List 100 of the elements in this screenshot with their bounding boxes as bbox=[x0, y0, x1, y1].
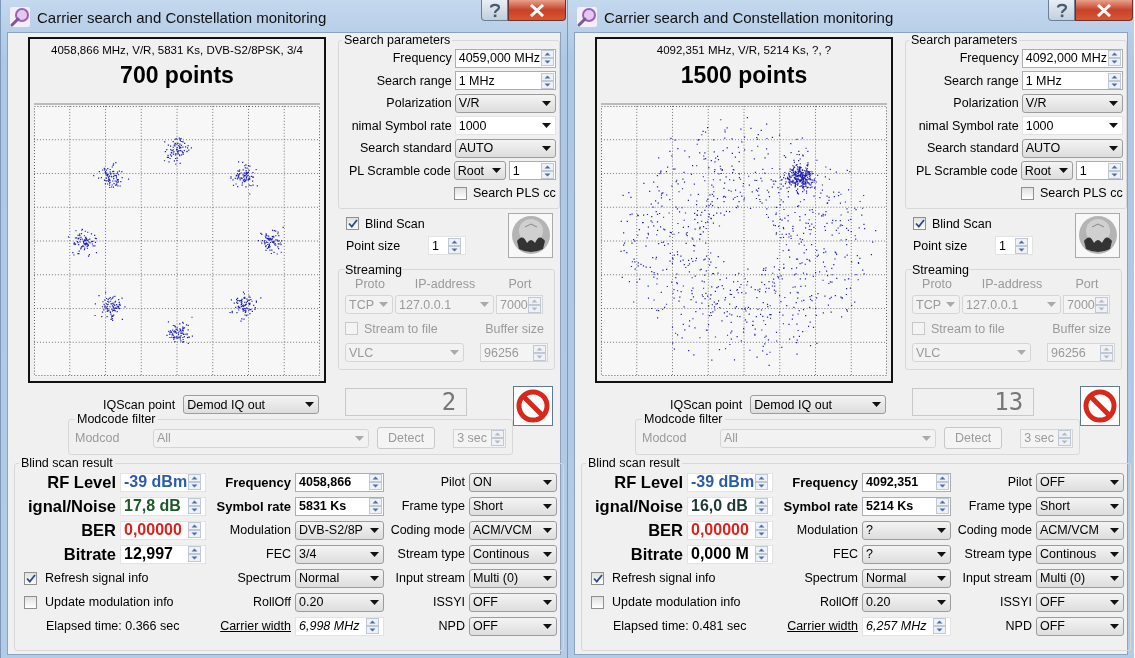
spin-field[interactable]: 5214 Ks bbox=[862, 496, 951, 516]
checkbox[interactable] bbox=[346, 217, 359, 230]
help-button[interactable] bbox=[1048, 0, 1075, 21]
spin-field[interactable]: 16,0 dB bbox=[687, 496, 773, 516]
spinner-icon[interactable] bbox=[540, 50, 554, 67]
dropdown[interactable]: Continous bbox=[469, 544, 557, 564]
spinner-icon[interactable] bbox=[1015, 237, 1028, 254]
dropdown[interactable]: AUTO bbox=[1021, 138, 1123, 158]
spinner-icon[interactable] bbox=[540, 162, 554, 179]
checkbox[interactable] bbox=[591, 571, 604, 585]
spin-field[interactable]: 0,000 M bbox=[687, 544, 773, 564]
spinner-icon[interactable] bbox=[755, 546, 768, 562]
group-title: Blind scan result bbox=[20, 456, 114, 470]
spin-field[interactable]: 6,998 MHz bbox=[295, 616, 384, 636]
checkbox[interactable] bbox=[24, 595, 37, 609]
caret-icon bbox=[1047, 302, 1056, 307]
dropdown[interactable]: Root bbox=[453, 161, 506, 181]
dropdown[interactable]: OFF bbox=[1036, 592, 1124, 612]
spinner-icon[interactable] bbox=[366, 618, 379, 634]
dropdown[interactable]: Normal bbox=[295, 568, 384, 588]
spinner-icon[interactable] bbox=[188, 522, 201, 538]
spin-field[interactable]: 1 MHz bbox=[1021, 71, 1123, 91]
spin-field[interactable]: 4092,351 bbox=[862, 472, 951, 492]
close-button[interactable] bbox=[508, 0, 566, 21]
spin-field[interactable]: 0,00000 bbox=[120, 520, 206, 540]
stop-button[interactable] bbox=[1080, 386, 1121, 426]
caret-icon bbox=[541, 145, 551, 151]
spinner-icon[interactable] bbox=[369, 474, 382, 490]
spinner-icon[interactable] bbox=[933, 618, 946, 634]
spinner-icon[interactable] bbox=[188, 498, 201, 514]
dropdown[interactable]: Root bbox=[1020, 161, 1073, 181]
dropdown[interactable]: OFF bbox=[1036, 472, 1124, 492]
dropdown[interactable]: ACM/VCM bbox=[1036, 520, 1124, 540]
spin-field[interactable]: 0,00000 bbox=[687, 520, 773, 540]
help-button[interactable] bbox=[481, 0, 508, 21]
dropdown[interactable]: ON bbox=[469, 472, 557, 492]
dropdown[interactable]: 3/4 bbox=[295, 544, 384, 564]
dropdown[interactable]: ACM/VCM bbox=[469, 520, 557, 540]
spin-field[interactable]: 4058,866 bbox=[295, 472, 384, 492]
checkbox[interactable] bbox=[913, 217, 926, 230]
spinner-icon[interactable] bbox=[448, 237, 461, 254]
spin-field[interactable]: 5831 Ks bbox=[295, 496, 384, 516]
spinner-icon[interactable] bbox=[369, 498, 382, 514]
spinner-icon[interactable] bbox=[188, 474, 201, 490]
spinner-icon[interactable] bbox=[1107, 162, 1121, 179]
dropdown[interactable]: ? bbox=[862, 520, 951, 540]
emblem-button[interactable] bbox=[508, 212, 553, 258]
spin-field[interactable]: 12,997 bbox=[120, 544, 206, 564]
spinner-icon[interactable] bbox=[755, 474, 768, 490]
caret-icon bbox=[937, 575, 946, 581]
spinner-icon[interactable] bbox=[1107, 50, 1121, 67]
spin-field[interactable]: 1 bbox=[995, 236, 1033, 255]
dropdown[interactable]: OFF bbox=[469, 592, 557, 612]
dropdown[interactable]: Short bbox=[469, 496, 557, 516]
spinner-icon[interactable] bbox=[188, 546, 201, 562]
dropdown[interactable]: OFF bbox=[469, 616, 557, 636]
window-title: Carrier search and Constellation monitoring bbox=[604, 9, 894, 26]
spin-field[interactable]: 1 bbox=[1075, 161, 1123, 181]
spinner-icon[interactable] bbox=[755, 498, 768, 514]
dropdown[interactable]: 0.20 bbox=[295, 592, 384, 612]
dropdown[interactable]: 0.20 bbox=[862, 592, 951, 612]
spinner-icon[interactable] bbox=[540, 72, 554, 89]
checkbox[interactable] bbox=[591, 595, 604, 609]
field-label: Search standard bbox=[359, 141, 452, 156]
spin-field[interactable]: 4092,000 MHz bbox=[1021, 48, 1123, 68]
dropdown[interactable]: Multi (0) bbox=[469, 568, 557, 588]
spin-field[interactable]: 1 bbox=[428, 236, 466, 255]
dropdown[interactable]: Demod IQ out bbox=[183, 395, 320, 414]
emblem-button[interactable] bbox=[1075, 212, 1120, 258]
dropdown[interactable]: V/R bbox=[454, 93, 556, 113]
spin-field[interactable]: 6,257 MHz bbox=[862, 616, 951, 636]
stop-button[interactable] bbox=[513, 386, 554, 426]
checkbox-label: Blind Scan bbox=[365, 216, 425, 231]
dropdown[interactable]: AUTO bbox=[454, 138, 556, 158]
spin-field[interactable]: 4059,000 MHz bbox=[454, 48, 556, 68]
spin-field[interactable]: -39 dBm bbox=[687, 472, 773, 492]
spinner-icon[interactable] bbox=[936, 474, 949, 490]
checkbox[interactable] bbox=[1021, 186, 1034, 200]
spinner-icon[interactable] bbox=[755, 522, 768, 538]
dropdown[interactable]: Continous bbox=[1036, 544, 1124, 564]
spin-field[interactable]: 1 MHz bbox=[454, 71, 556, 91]
spinner-icon[interactable] bbox=[1107, 72, 1121, 89]
spin-field[interactable]: 17,8 dB bbox=[120, 496, 206, 516]
dropdown[interactable]: Multi (0) bbox=[1036, 568, 1124, 588]
checkbox[interactable] bbox=[24, 571, 37, 585]
spinner-icon[interactable] bbox=[936, 498, 949, 514]
dropdown[interactable]: Demod IQ out bbox=[750, 395, 887, 414]
dropdown[interactable]: 1000 bbox=[454, 116, 556, 136]
dropdown[interactable]: ? bbox=[862, 544, 951, 564]
spin-field[interactable]: -39 dBm bbox=[120, 472, 206, 492]
dropdown[interactable]: Short bbox=[1036, 496, 1124, 516]
dropdown[interactable]: V/R bbox=[1021, 93, 1123, 113]
caret-icon bbox=[450, 350, 459, 355]
dropdown[interactable]: 1000 bbox=[1021, 116, 1123, 136]
dropdown[interactable]: Normal bbox=[862, 568, 951, 588]
close-button[interactable] bbox=[1075, 0, 1133, 21]
spin-field[interactable]: 1 bbox=[508, 161, 556, 181]
dropdown[interactable]: DVB-S2/8P bbox=[295, 520, 384, 540]
checkbox[interactable] bbox=[454, 186, 467, 200]
dropdown[interactable]: OFF bbox=[1036, 616, 1124, 636]
